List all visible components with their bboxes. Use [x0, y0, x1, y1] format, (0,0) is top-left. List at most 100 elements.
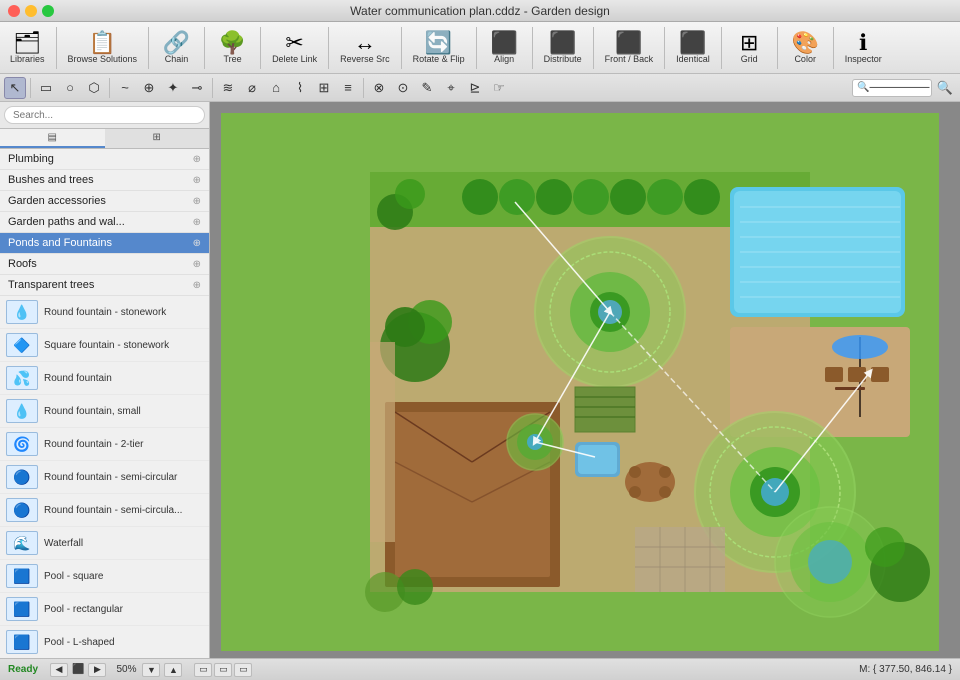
toolbar-btn-align[interactable]: ⬛ Align [482, 30, 527, 66]
garden-canvas[interactable] [220, 112, 940, 652]
shape-item-4[interactable]: 🌀 Round fountain - 2-tier [0, 428, 209, 461]
toolbar-sep-9 [593, 27, 594, 69]
category-arrow-4: ⊕ [193, 238, 201, 249]
category-arrow-2: ⊕ [193, 196, 201, 207]
toolbar-btn-color[interactable]: 🎨 Color [783, 30, 828, 66]
shape-label-2: Round fountain [44, 373, 112, 384]
view-btn-3[interactable]: ▭ [234, 663, 252, 677]
tool-btn-6[interactable]: ✦ [162, 77, 184, 99]
tab-grid[interactable]: ⊞ [105, 129, 210, 148]
shape-label-0: Round fountain - stonework [44, 307, 166, 318]
traffic-lights[interactable] [8, 5, 54, 17]
tool-btn-0[interactable]: ↖ [4, 77, 26, 99]
toolbar-label-11: Grid [741, 54, 758, 64]
view-btn-2[interactable]: ▭ [214, 663, 232, 677]
shape-item-8[interactable]: 🟦 Pool - square [0, 560, 209, 593]
category-arrow-3: ⊕ [193, 217, 201, 228]
toolbar-label-7: Align [494, 54, 514, 64]
shape-item-3[interactable]: 💧 Round fountain, small [0, 395, 209, 428]
toolbar-btn-tree[interactable]: 🌳 Tree [210, 30, 255, 66]
toolbar-label-13: Inspector [845, 54, 882, 64]
shape-thumb-2: 💦 [6, 366, 38, 390]
zoom-in-btn[interactable]: 🔍 [934, 77, 956, 99]
toolbar-sep-12 [777, 27, 778, 69]
page-controls: ◀ ⬛ ▶ 50% ▼ ▲ [50, 663, 182, 677]
view-btn-1[interactable]: ▭ [194, 663, 212, 677]
shape-item-6[interactable]: 🔵 Round fountain - semi-circula... [0, 494, 209, 527]
close-button[interactable] [8, 5, 20, 17]
shape-label-8: Pool - square [44, 571, 103, 582]
tool-btn-8[interactable]: ≋ [217, 77, 239, 99]
toolbar-sep-2 [148, 27, 149, 69]
page-next[interactable]: ▶ [88, 663, 106, 677]
category-item-2[interactable]: Garden accessories ⊕ [0, 191, 209, 212]
shape-thumb-3: 💧 [6, 399, 38, 423]
zoom-up[interactable]: ▲ [164, 663, 182, 677]
search-input[interactable] [4, 106, 205, 124]
toolbar-icon-0: 🗂 [13, 32, 41, 54]
toolbar-btn-rotate-&-flip[interactable]: 🔄 Rotate & Flip [407, 30, 471, 66]
tool-btn-1[interactable]: ▭ [35, 77, 57, 99]
category-item-5[interactable]: Roofs ⊕ [0, 254, 209, 275]
tool-btn-16[interactable]: ✎ [416, 77, 438, 99]
shape-item-2[interactable]: 💦 Round fountain [0, 362, 209, 395]
page-prev[interactable]: ◀ [50, 663, 68, 677]
tool-btn-14[interactable]: ⊗ [368, 77, 390, 99]
toolbar-icon-7: ⬛ [490, 32, 517, 54]
tool-btn-2[interactable]: ○ [59, 77, 81, 99]
category-item-3[interactable]: Garden paths and wal... ⊕ [0, 212, 209, 233]
toolbar-label-0: Libraries [10, 54, 45, 64]
category-item-1[interactable]: Bushes and trees ⊕ [0, 170, 209, 191]
category-arrow-6: ⊕ [193, 280, 201, 291]
toolbar-sep-1 [56, 27, 57, 69]
window-title: Water communication plan.cddz - Garden d… [350, 4, 610, 18]
tool-btn-17[interactable]: ⌖ [440, 77, 462, 99]
shape-item-5[interactable]: 🔵 Round fountain - semi-circular [0, 461, 209, 494]
maximize-button[interactable] [42, 5, 54, 17]
toolbar-btn-distribute[interactable]: ⬛ Distribute [538, 30, 588, 66]
toolbar-btn-chain[interactable]: 🔗 Chain [154, 30, 199, 66]
canvas-area[interactable] [210, 102, 960, 658]
toolbar-btn-reverse-src[interactable]: ↔ Reverse Src [334, 30, 396, 66]
tool-btn-9[interactable]: ⌀ [241, 77, 263, 99]
toolbar-btn-inspector[interactable]: ℹ Inspector [839, 30, 888, 66]
statusbar: Ready ◀ ⬛ ▶ 50% ▼ ▲ ▭ ▭ ▭ M: { 377.50, 8… [0, 658, 960, 680]
tool-btn-15[interactable]: ⊙ [392, 77, 414, 99]
tool-btn-13[interactable]: ≡ [337, 77, 359, 99]
tool-btn-10[interactable]: ⌂ [265, 77, 287, 99]
shape-item-0[interactable]: 💧 Round fountain - stonework [0, 296, 209, 329]
zoom-down[interactable]: ▼ [142, 663, 160, 677]
toolbar-btn-grid[interactable]: ⊞ Grid [727, 30, 772, 66]
toolbar-btn-browse-solutions[interactable]: 📋 Browse Solutions [62, 30, 144, 66]
toolbar-label-2: Chain [165, 54, 189, 64]
category-item-4[interactable]: Ponds and Fountains ⊕ [0, 233, 209, 254]
shape-item-9[interactable]: 🟦 Pool - rectangular [0, 593, 209, 626]
zoom-value: —————— [869, 82, 929, 93]
shape-thumb-6: 🔵 [6, 498, 38, 522]
tool-btn-19[interactable]: ☞ [488, 77, 510, 99]
toolbar-btn-front-/-back[interactable]: ⬛ Front / Back [599, 30, 660, 66]
toolbar-btn-libraries[interactable]: 🗂 Libraries [4, 30, 51, 66]
shape-item-7[interactable]: 🌊 Waterfall [0, 527, 209, 560]
toolbar-btn-identical[interactable]: ⬛ Identical [670, 30, 716, 66]
tool-btn-7[interactable]: ⊸ [186, 77, 208, 99]
category-label-2: Garden accessories [8, 195, 106, 207]
tool-btn-11[interactable]: ⌇ [289, 77, 311, 99]
shape-item-10[interactable]: 🟦 Pool - L-shaped [0, 626, 209, 658]
shape-item-1[interactable]: 🔷 Square fountain - stonework [0, 329, 209, 362]
tab-list[interactable]: ▤ [0, 129, 105, 148]
category-item-6[interactable]: Transparent trees ⊕ [0, 275, 209, 296]
minimize-button[interactable] [25, 5, 37, 17]
tool-btn-4[interactable]: ~ [114, 77, 136, 99]
toolbar-label-5: Reverse Src [340, 54, 390, 64]
shape-thumb-5: 🔵 [6, 465, 38, 489]
category-item-0[interactable]: Plumbing ⊕ [0, 149, 209, 170]
tool-btn-12[interactable]: ⊞ [313, 77, 335, 99]
tool-btn-3[interactable]: ⬡ [83, 77, 105, 99]
sidebar: ▤ ⊞ Plumbing ⊕Bushes and trees ⊕Garden a… [0, 102, 210, 658]
toolbar-icon-2: 🔗 [163, 32, 190, 54]
tool-btn-5[interactable]: ⊕ [138, 77, 160, 99]
tool-btn-18[interactable]: ⊵ [464, 77, 486, 99]
toolbar-btn-delete-link[interactable]: ✂ Delete Link [266, 30, 323, 66]
toolbar-icon-5: ↔ [354, 32, 376, 54]
